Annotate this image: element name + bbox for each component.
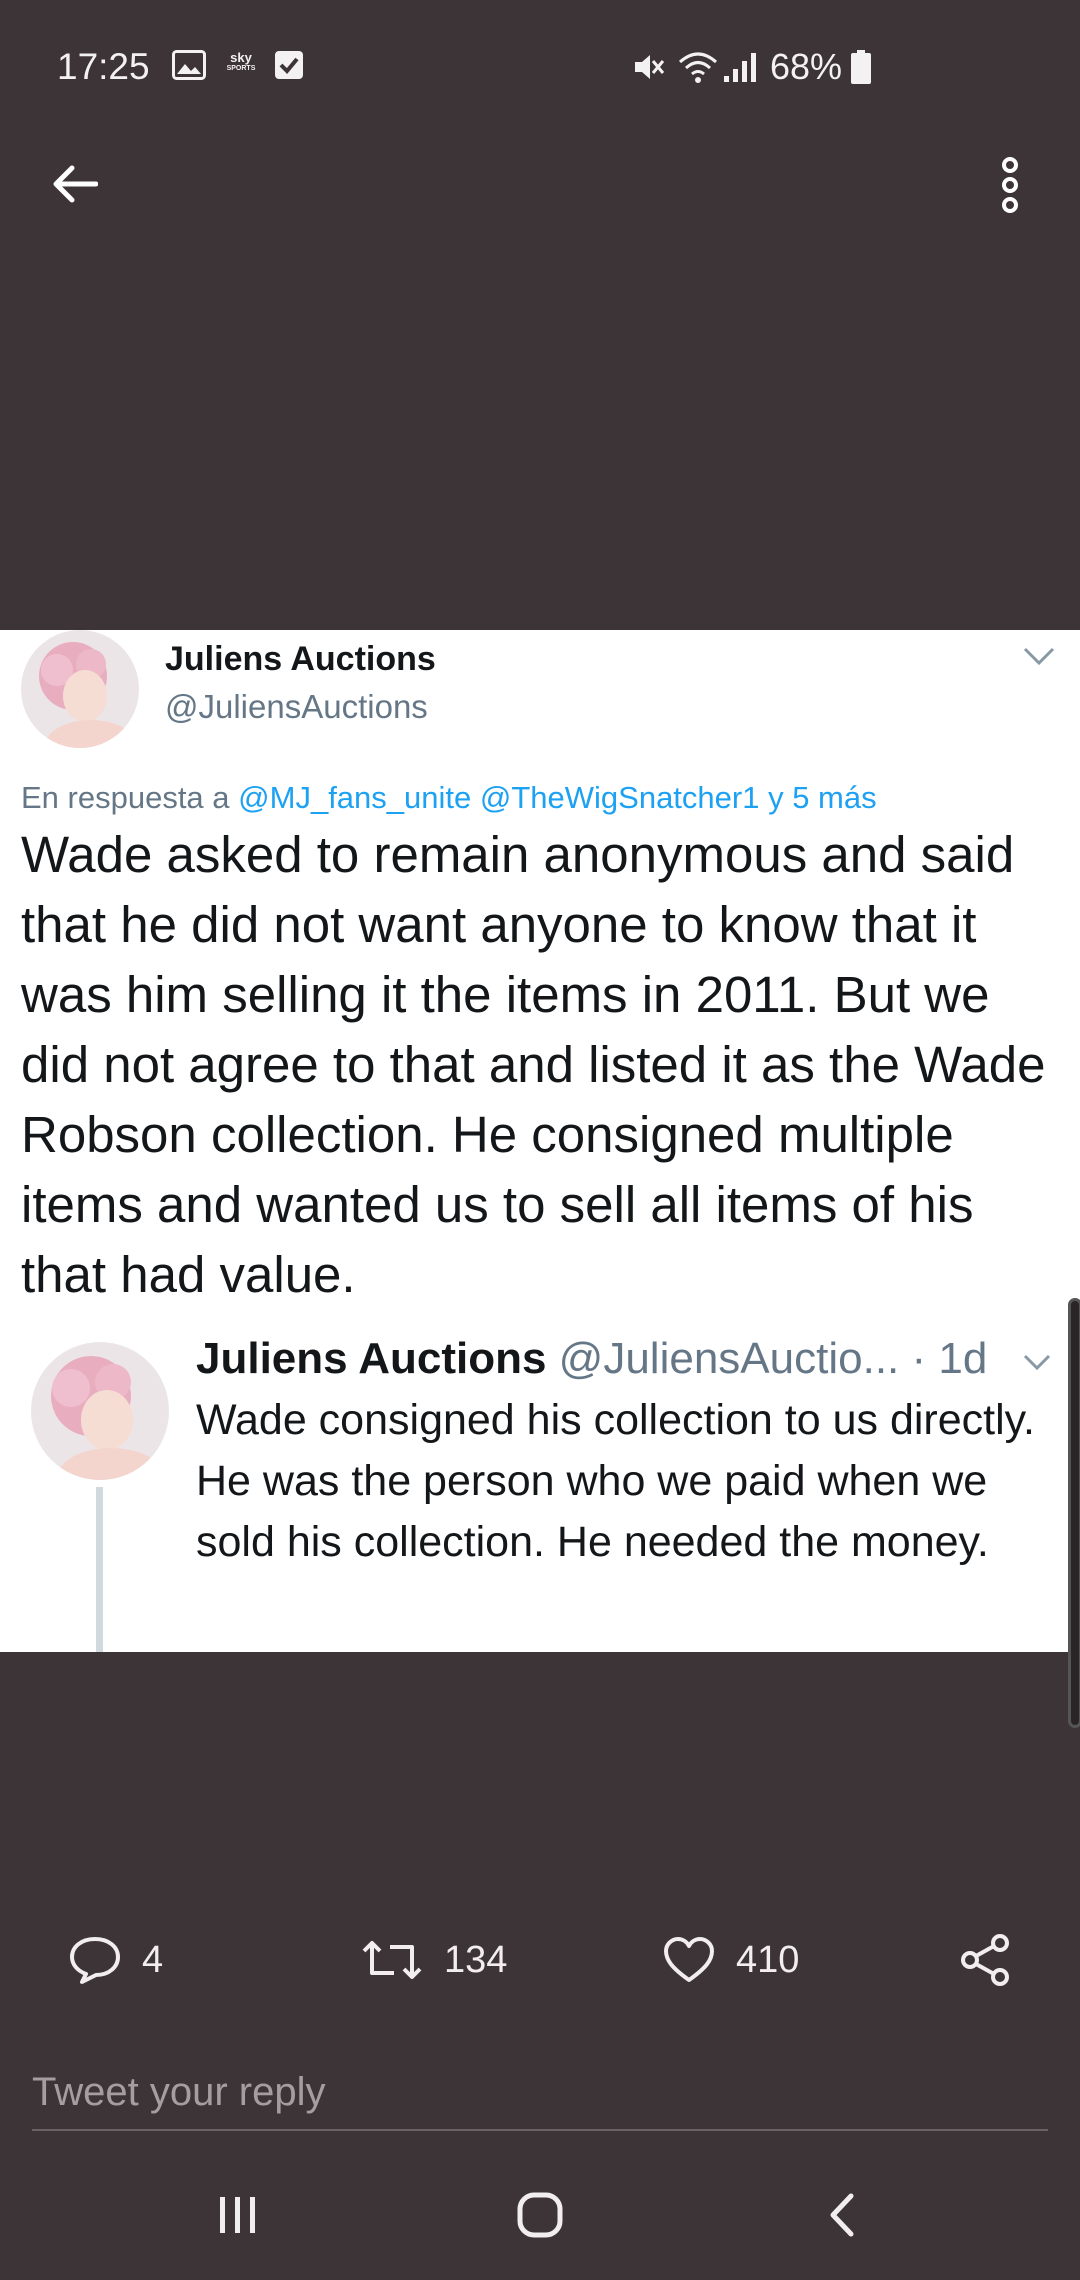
recent-apps-button[interactable]: [188, 2180, 288, 2250]
home-button[interactable]: [490, 2180, 590, 2250]
heart-icon: [664, 1937, 714, 1982]
quoted-tweet-header: Juliens Auctions @JuliensAuctio... · 1d: [196, 1334, 987, 1384]
thread-line: [96, 1487, 103, 1652]
like-button[interactable]: 410: [662, 1928, 799, 1992]
back-icon: [830, 2193, 854, 2237]
mention-link[interactable]: @MJ_fans_unite: [238, 780, 471, 815]
more-mentions-link[interactable]: y 5 más: [768, 780, 877, 815]
home-icon: [517, 2192, 563, 2238]
retweet-icon: [362, 1941, 422, 1979]
system-back-button[interactable]: [792, 2180, 892, 2250]
reply-icon: [70, 1937, 120, 1984]
quoted-tweet-text: Wade consigned his collection to us dire…: [196, 1396, 1035, 1566]
back-button[interactable]: [44, 154, 104, 214]
author-handle[interactable]: @JuliensAuctions: [165, 688, 428, 726]
chevron-down-icon[interactable]: [1022, 645, 1056, 669]
chevron-down-icon[interactable]: [1022, 1352, 1052, 1374]
status-bar: 17:25 sky SPORTS 68%: [0, 0, 1080, 130]
more-vertical-icon: [1002, 157, 1018, 213]
sky-sports-icon: sky SPORTS: [226, 50, 256, 72]
battery-icon: [851, 50, 871, 84]
quoted-author-handle[interactable]: @JuliensAuctio...: [559, 1334, 900, 1383]
quoted-timestamp: · 1d: [911, 1334, 988, 1383]
share-button[interactable]: [958, 1928, 1012, 1992]
author-name[interactable]: Juliens Auctions: [165, 640, 436, 679]
tweet-detail-screen: 17:25 sky SPORTS 68% Juliens Auctions @J…: [0, 0, 1080, 2280]
reply-button[interactable]: 4: [68, 1928, 163, 1992]
wifi-icon: [679, 52, 717, 83]
mute-icon: [635, 55, 665, 79]
reply-context: En respuesta a @MJ_fans_unite @TheWigSna…: [21, 780, 877, 815]
signal-icon: [724, 53, 756, 82]
gallery-icon: [172, 50, 206, 80]
quoted-author-name[interactable]: Juliens Auctions: [196, 1334, 546, 1383]
scrollbar[interactable]: [1068, 1298, 1080, 1728]
status-time: 17:25: [57, 46, 150, 87]
mention-link[interactable]: @TheWigSnatcher1: [480, 780, 760, 815]
like-count: 410: [736, 1938, 800, 1981]
author-avatar: [21, 630, 139, 748]
recent-apps-icon: [220, 2197, 255, 2233]
tweet-text: Wade asked to remain anonymous and said …: [21, 826, 1046, 1303]
back-arrow-icon: [53, 165, 98, 203]
more-options-button[interactable]: [980, 150, 1040, 220]
retweet-count: 134: [444, 1938, 508, 1981]
retweet-button[interactable]: 134: [360, 1928, 507, 1992]
reply-input[interactable]: [32, 2055, 1048, 2131]
checkbox-icon: [275, 51, 303, 79]
reply-count: 4: [142, 1938, 164, 1981]
battery-percentage: 68%: [770, 46, 843, 87]
quoted-author-avatar: [31, 1342, 169, 1480]
share-icon: [961, 1934, 1009, 1986]
